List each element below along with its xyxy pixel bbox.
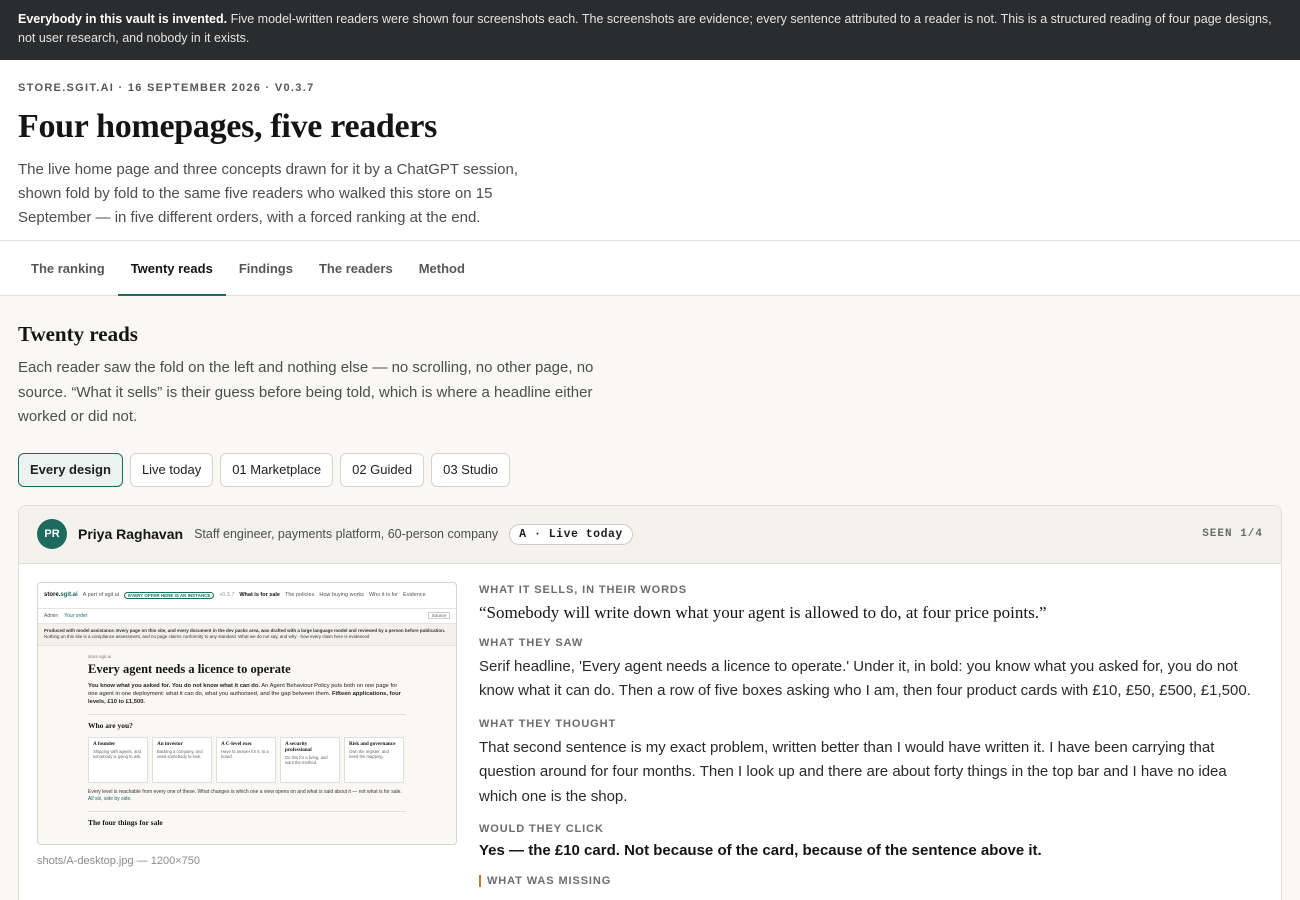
shot-lede-bold: You know what you asked for. You do not …	[88, 682, 260, 689]
shot-nav-0: What is for sale	[239, 592, 280, 598]
screenshot-caption: shots/A-desktop.jpg — 1200×750	[37, 854, 200, 867]
shot-brand-b: sgit.ai	[60, 592, 78, 598]
shot-who: Who are you?	[88, 720, 133, 730]
shot-box-title: An investor	[157, 740, 183, 747]
shot-box-title: A founder	[93, 740, 116, 747]
shot-box-title: A security professional	[285, 740, 312, 753]
tab-method[interactable]: Method	[406, 241, 478, 296]
shot-version: v0.3.7	[219, 592, 235, 598]
missing-section: WHAT WAS MISSING	[479, 875, 1263, 887]
disclaimer-banner: Everybody in this vault is invented. Fiv…	[0, 0, 1300, 60]
shot-foot-link: All six, side by side.	[88, 795, 132, 802]
shot-foot-text: Every level is reachable from every one …	[88, 788, 402, 795]
shot-box: A security professional Do this for a liv…	[280, 736, 340, 783]
click-label: WOULD THEY CLICK	[479, 823, 604, 835]
shot-box-desc: Backing a company, and need somebody to …	[157, 748, 203, 760]
shot-part-of: A part of sgit.ai	[82, 592, 120, 598]
section-title: Twenty reads	[18, 322, 138, 346]
sells-quote: “Somebody will write down what your agen…	[479, 602, 1047, 622]
tab-bar: The ranking Twenty reads Findings The re…	[0, 241, 1300, 296]
thought-label: WHAT THEY THOUGHT	[479, 717, 617, 730]
tab-the-readers[interactable]: The readers	[306, 241, 406, 296]
shot-box: An investor Backing a company, and need s…	[152, 736, 212, 783]
page-title: Four homepages, five readers	[18, 108, 438, 145]
design-badge: A · Live today	[509, 523, 633, 545]
tab-twenty-reads[interactable]: Twenty reads	[117, 241, 226, 296]
shot-pill: EVERY OFFER HERE IS AN INSTANCE	[124, 591, 215, 599]
shot-notice: Produced with model assistance. Every pa…	[38, 623, 456, 646]
filter-marketplace[interactable]: 01 Marketplace	[220, 452, 334, 487]
missing-label: WHAT WAS MISSING	[487, 875, 612, 887]
shot-foot: Every level is reachable from every one …	[88, 789, 406, 803]
saw-text: Serif headline, 'Every agent needs a lic…	[479, 657, 1251, 700]
click-verdict: Yes — the £10 card. Not because of the c…	[479, 842, 1042, 859]
homepage-screenshot[interactable]: store.sgit.ai A part of sgit.ai EVERY OF…	[37, 581, 457, 845]
screenshot-column: store.sgit.ai A part of sgit.ai EVERY OF…	[37, 581, 457, 888]
shot-brand-a: store.	[44, 592, 61, 598]
shot-source: Source	[427, 612, 450, 619]
shot-lede: You know what you asked for. You do not …	[88, 682, 406, 706]
shot-audience-boxes: A founder Shipping with agents, and someb…	[88, 736, 406, 783]
shot-crumb: store.sgit.ai	[88, 653, 112, 659]
section-intro: Each reader saw the fold on the left and…	[18, 359, 594, 425]
shot-nav-3: Who it is for	[368, 592, 399, 598]
filter-guided[interactable]: 02 Guided	[340, 452, 425, 487]
sells-label: WHAT IT SELLS, IN THEIR WORDS	[479, 583, 687, 596]
main-content: Twenty reads Each reader saw the fold on…	[0, 296, 1300, 900]
thought-text: That second sentence is my exact problem…	[479, 738, 1227, 805]
read-card-body: store.sgit.ai A part of sgit.ai EVERY OF…	[19, 564, 1281, 888]
tab-the-ranking[interactable]: The ranking	[18, 241, 118, 296]
read-text-column: WHAT IT SELLS, IN THEIR WORDS “Somebody …	[479, 582, 1263, 887]
seen-counter: SEEN 1/4	[1202, 528, 1263, 540]
filter-studio[interactable]: 03 Studio	[431, 452, 511, 487]
shot-divider	[88, 810, 406, 812]
design-filter: Every design Live today 01 Marketplace 0…	[18, 452, 1282, 487]
page-header: STORE.SGIT.AI · 16 SEPTEMBER 2026 · V0.3…	[0, 60, 1300, 241]
tab-findings[interactable]: Findings	[226, 241, 306, 296]
read-card-header: PR Priya Raghavan Staff engineer, paymen…	[19, 505, 1281, 564]
shot-divider	[88, 713, 406, 715]
page-eyebrow: STORE.SGIT.AI · 16 SEPTEMBER 2026 · V0.3…	[18, 82, 315, 94]
shot-nav-1: The policies	[284, 592, 315, 598]
shot-notice-text: Nothing on this site is a compliance ass…	[44, 634, 370, 639]
filter-live-today[interactable]: Live today	[129, 452, 214, 487]
shot-box: Risk and governance Own the register, and…	[344, 736, 404, 783]
shot-headline: Every agent needs a licence to operate	[88, 661, 291, 676]
shot-subbar: Admin Your order Source	[38, 609, 456, 624]
disclaimer-bold: Everybody in this vault is invented.	[18, 12, 228, 26]
shot-box-title: Risk and governance	[349, 740, 396, 747]
shot-four-things: The four things for sale	[88, 817, 163, 827]
saw-label: WHAT THEY SAW	[479, 636, 584, 649]
avatar: PR	[37, 519, 67, 549]
page-subtitle: The live home page and three concepts dr…	[18, 161, 518, 226]
shot-box-desc: Shipping with agents, and somebody is go…	[93, 748, 142, 760]
shot-body: store.sgit.ai Every agent needs a licenc…	[38, 645, 456, 844]
shot-box-desc: Own the register, and need the mapping.	[349, 748, 389, 760]
shot-box-desc: Do this for a living, and want the metho…	[285, 754, 328, 766]
shot-nav-2: How buying works	[319, 592, 364, 598]
reader-role: Staff engineer, payments platform, 60-pe…	[194, 527, 499, 541]
shot-box-title: A C-level exec	[221, 740, 253, 747]
shot-brand: store.sgit.ai	[44, 592, 78, 598]
shot-nav-4: Evidence	[403, 592, 426, 598]
shot-box: A C-level exec Have to answer for it, to …	[216, 736, 276, 783]
read-card: PR Priya Raghavan Staff engineer, paymen…	[18, 504, 1282, 900]
shot-order: Your order	[64, 612, 88, 619]
shot-box: A founder Shipping with agents, and someb…	[88, 736, 148, 783]
reader-name: Priya Raghavan	[78, 526, 184, 542]
shot-admin: Admin	[44, 612, 59, 619]
filter-every-design[interactable]: Every design	[18, 452, 123, 487]
shot-topbar: store.sgit.ai A part of sgit.ai EVERY OF…	[38, 583, 456, 609]
shot-box-desc: Have to answer for it, to a board.	[221, 748, 269, 760]
shot-notice-bold: Produced with model assistance. Every pa…	[44, 627, 446, 633]
